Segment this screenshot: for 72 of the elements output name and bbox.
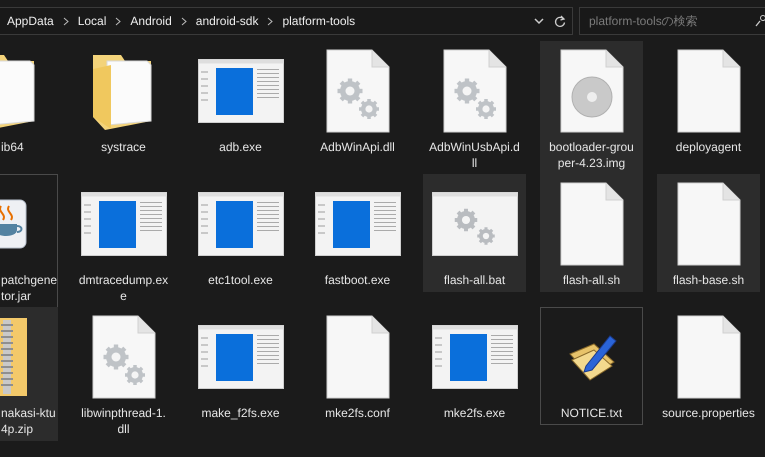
- file-item[interactable]: flash-base.sh: [657, 174, 760, 292]
- file-item[interactable]: ib64: [0, 41, 58, 159]
- disc-document-icon: [560, 49, 624, 133]
- file-item[interactable]: source.properties: [657, 307, 760, 425]
- document-icon: [676, 315, 740, 399]
- file-item[interactable]: patchgene tor.jar: [0, 174, 58, 308]
- breadcrumb[interactable]: android-sdk: [196, 12, 258, 30]
- file-item[interactable]: systrace: [72, 41, 175, 159]
- document-icon: [676, 49, 740, 133]
- chevron-right-icon: [62, 16, 69, 26]
- file-item[interactable]: nakasi-ktu 4p.zip: [0, 307, 58, 441]
- breadcrumb[interactable]: Android: [130, 12, 172, 30]
- file-name: source.properties: [662, 405, 755, 421]
- file-item[interactable]: flash-all.bat: [423, 174, 526, 292]
- file-name: make_f2fs.exe: [201, 405, 280, 421]
- file-name: AdbWinUsbApi.d ll: [429, 139, 520, 171]
- file-name: adb.exe: [219, 139, 262, 155]
- file-name: flash-all.bat: [444, 272, 506, 288]
- file-name: patchgene tor.jar: [1, 272, 58, 304]
- refresh-icon[interactable]: [554, 14, 566, 28]
- file-item[interactable]: flash-all.sh: [540, 174, 643, 292]
- file-item[interactable]: AdbWinApi.dll: [306, 41, 409, 159]
- document-icon: [560, 182, 624, 266]
- search-field[interactable]: platform-toolsの検索: [579, 7, 765, 35]
- file-item[interactable]: deployagent: [657, 41, 760, 159]
- file-name: flash-all.sh: [562, 272, 620, 288]
- file-item[interactable]: mke2fs.conf: [306, 307, 409, 425]
- document-icon: [676, 182, 740, 266]
- file-name: NOTICE.txt: [560, 405, 622, 421]
- file-item[interactable]: bootloader-grou per-4.23.img: [540, 41, 643, 175]
- file-item[interactable]: adb.exe: [189, 41, 292, 159]
- program-window-icon: [198, 325, 284, 389]
- program-window-icon: [198, 59, 284, 123]
- document-icon: [326, 315, 390, 399]
- search-icon: [755, 15, 765, 27]
- chevron-right-icon: [115, 16, 122, 26]
- file-name: libwinpthread-1. dll: [81, 405, 166, 437]
- program-window-icon: [432, 325, 518, 389]
- gear-document-icon: [442, 49, 506, 133]
- file-name: AdbWinApi.dll: [320, 139, 395, 155]
- breadcrumb[interactable]: AppData: [7, 12, 54, 30]
- gear-document-icon: [92, 315, 156, 399]
- file-name: mke2fs.exe: [444, 405, 506, 421]
- file-item[interactable]: etc1tool.exe: [189, 174, 292, 292]
- file-name: mke2fs.conf: [325, 405, 390, 421]
- chevron-right-icon: [180, 16, 187, 26]
- file-item[interactable]: make_f2fs.exe: [189, 307, 292, 425]
- file-item[interactable]: AdbWinUsbApi.d ll: [423, 41, 526, 175]
- file-name: ib64: [1, 139, 24, 155]
- program-window-icon: [80, 192, 166, 256]
- file-name: systrace: [101, 139, 146, 155]
- file-item[interactable]: dmtracedump.ex e: [72, 174, 175, 308]
- file-item[interactable]: fastboot.exe: [306, 174, 409, 292]
- file-item[interactable]: libwinpthread-1. dll: [72, 307, 175, 441]
- file-name: dmtracedump.ex e: [78, 272, 168, 304]
- breadcrumb[interactable]: platform-tools: [282, 12, 356, 30]
- file-name: etc1tool.exe: [208, 272, 273, 288]
- file-name: bootloader-grou per-4.23.img: [549, 139, 634, 171]
- file-item[interactable]: mke2fs.exe: [423, 307, 526, 425]
- file-name: nakasi-ktu 4p.zip: [1, 405, 56, 437]
- file-name: deployagent: [676, 139, 742, 155]
- gear-window-icon: [432, 192, 518, 256]
- dropdown-chevron-icon[interactable]: [534, 18, 544, 24]
- address-bar[interactable]: AppData Local Android android-sdk platform-tools: [0, 7, 573, 35]
- chevron-right-icon: [267, 16, 274, 26]
- breadcrumb[interactable]: Local: [78, 12, 106, 30]
- program-window-icon: [198, 192, 284, 256]
- program-window-icon: [314, 192, 400, 256]
- file-item[interactable]: NOTICE.txt: [540, 307, 643, 425]
- gear-document-icon: [326, 49, 390, 133]
- file-name: flash-base.sh: [672, 272, 744, 288]
- file-name: fastboot.exe: [324, 272, 390, 288]
